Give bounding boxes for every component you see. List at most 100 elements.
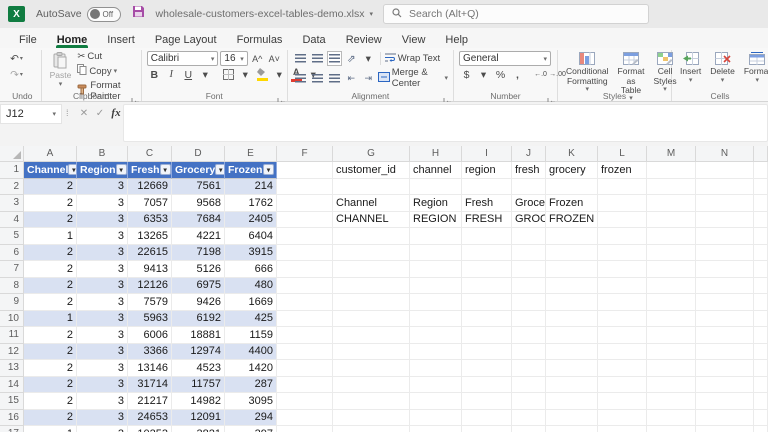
cell-D8[interactable]: 6975 bbox=[172, 278, 225, 295]
column-header-M[interactable]: M bbox=[647, 146, 696, 162]
filter-button-D[interactable]: ▾ bbox=[215, 164, 225, 175]
cell-G9[interactable] bbox=[333, 294, 410, 311]
cell-A12[interactable]: 2 bbox=[24, 344, 77, 361]
cell-E17[interactable]: 397 bbox=[225, 426, 277, 432]
cell-A9[interactable]: 2 bbox=[24, 294, 77, 311]
cell-G12[interactable] bbox=[333, 344, 410, 361]
cell-N3[interactable] bbox=[696, 195, 754, 212]
save-icon[interactable] bbox=[132, 5, 145, 23]
cell-E15[interactable]: 3095 bbox=[225, 393, 277, 410]
cell-L8[interactable] bbox=[598, 278, 647, 295]
row-header-3[interactable]: 3 bbox=[0, 195, 24, 212]
search-input[interactable] bbox=[409, 8, 609, 20]
cell-G14[interactable] bbox=[333, 377, 410, 394]
cell-F3[interactable] bbox=[277, 195, 333, 212]
cell-A11[interactable]: 2 bbox=[24, 327, 77, 344]
cell-H15[interactable] bbox=[410, 393, 462, 410]
cell-F6[interactable] bbox=[277, 245, 333, 262]
number-dialog-launcher-icon[interactable] bbox=[547, 92, 555, 100]
select-all-button[interactable] bbox=[0, 146, 24, 162]
cell-I9[interactable] bbox=[462, 294, 512, 311]
row-header-14[interactable]: 14 bbox=[0, 377, 24, 394]
cell-B14[interactable]: 3 bbox=[77, 377, 128, 394]
clipboard-dialog-launcher-icon[interactable] bbox=[131, 92, 139, 100]
cell-F5[interactable] bbox=[277, 228, 333, 245]
cell-H5[interactable] bbox=[410, 228, 462, 245]
increase-decimal-icon[interactable]: ←.0 bbox=[533, 67, 548, 82]
cell-B4[interactable]: 3 bbox=[77, 212, 128, 229]
cell-C14[interactable]: 31714 bbox=[128, 377, 172, 394]
cell-A16[interactable]: 2 bbox=[24, 410, 77, 427]
cell-G1[interactable]: customer_id bbox=[333, 162, 410, 179]
cell-L13[interactable] bbox=[598, 360, 647, 377]
cell-H13[interactable] bbox=[410, 360, 462, 377]
cell-C3[interactable]: 7057 bbox=[128, 195, 172, 212]
font-dialog-launcher-icon[interactable] bbox=[277, 92, 285, 100]
cell-N8[interactable] bbox=[696, 278, 754, 295]
cell-E3[interactable]: 1762 bbox=[225, 195, 277, 212]
cell-K4[interactable]: FROZEN bbox=[546, 212, 598, 229]
cell-M15[interactable] bbox=[647, 393, 696, 410]
decrease-indent-icon[interactable]: ⇤ bbox=[344, 71, 359, 86]
column-header-I[interactable]: I bbox=[462, 146, 512, 162]
cell-L12[interactable] bbox=[598, 344, 647, 361]
cell-M10[interactable] bbox=[647, 311, 696, 328]
cell-J15[interactable] bbox=[512, 393, 546, 410]
filter-button-B[interactable]: ▾ bbox=[116, 164, 127, 175]
cell-K12[interactable] bbox=[546, 344, 598, 361]
cell-B3[interactable]: 3 bbox=[77, 195, 128, 212]
fill-color-icon[interactable] bbox=[255, 67, 270, 82]
cell-F12[interactable] bbox=[277, 344, 333, 361]
row-header-15[interactable]: 15 bbox=[0, 393, 24, 410]
cell-J2[interactable] bbox=[512, 179, 546, 196]
cell-I16[interactable] bbox=[462, 410, 512, 427]
cell-L4[interactable] bbox=[598, 212, 647, 229]
cell-M17[interactable] bbox=[647, 426, 696, 432]
cell-I17[interactable] bbox=[462, 426, 512, 432]
align-right-icon[interactable] bbox=[327, 71, 342, 86]
font-name-select[interactable]: Calibri▾ bbox=[147, 51, 219, 66]
format-cells-button[interactable]: Format ▾ bbox=[741, 51, 768, 89]
cell-N10[interactable] bbox=[696, 311, 754, 328]
column-header-L[interactable]: L bbox=[598, 146, 647, 162]
bold-button[interactable]: B bbox=[147, 67, 162, 82]
cell-G3[interactable]: Channel bbox=[333, 195, 410, 212]
tab-formulas[interactable]: Formulas bbox=[227, 28, 293, 48]
cell-C7[interactable]: 9413 bbox=[128, 261, 172, 278]
cell-F10[interactable] bbox=[277, 311, 333, 328]
cell-F8[interactable] bbox=[277, 278, 333, 295]
tab-home[interactable]: Home bbox=[47, 28, 98, 48]
alignment-dialog-launcher-icon[interactable] bbox=[443, 92, 451, 100]
cell-J11[interactable] bbox=[512, 327, 546, 344]
tab-page-layout[interactable]: Page Layout bbox=[145, 28, 227, 48]
filter-button-E[interactable]: ▾ bbox=[263, 164, 274, 175]
cell-H4[interactable]: REGION bbox=[410, 212, 462, 229]
underline-button[interactable]: U bbox=[181, 67, 196, 82]
borders-dropdown-icon[interactable]: ▾ bbox=[238, 67, 253, 82]
column-header-K[interactable]: K bbox=[546, 146, 598, 162]
cancel-button[interactable]: ✕ bbox=[76, 105, 92, 121]
cell-J7[interactable] bbox=[512, 261, 546, 278]
column-header-C[interactable]: C bbox=[128, 146, 172, 162]
cell-D11[interactable]: 18881 bbox=[172, 327, 225, 344]
cell-E13[interactable]: 1420 bbox=[225, 360, 277, 377]
cell-I8[interactable] bbox=[462, 278, 512, 295]
cell-G17[interactable] bbox=[333, 426, 410, 432]
cell-B5[interactable]: 3 bbox=[77, 228, 128, 245]
search-box[interactable] bbox=[383, 4, 649, 24]
cell-E12[interactable]: 4400 bbox=[225, 344, 277, 361]
cell-C16[interactable]: 24653 bbox=[128, 410, 172, 427]
cell-G5[interactable] bbox=[333, 228, 410, 245]
cell-A14[interactable]: 2 bbox=[24, 377, 77, 394]
cell-N5[interactable] bbox=[696, 228, 754, 245]
cell-N17[interactable] bbox=[696, 426, 754, 432]
cell-F9[interactable] bbox=[277, 294, 333, 311]
format-as-table-button[interactable]: Format as Table ▾ bbox=[615, 51, 648, 89]
cell-G7[interactable] bbox=[333, 261, 410, 278]
cell-N13[interactable] bbox=[696, 360, 754, 377]
cell-A3[interactable]: 2 bbox=[24, 195, 77, 212]
cell-M8[interactable] bbox=[647, 278, 696, 295]
cell-H9[interactable] bbox=[410, 294, 462, 311]
cell-E16[interactable]: 294 bbox=[225, 410, 277, 427]
cell-H10[interactable] bbox=[410, 311, 462, 328]
